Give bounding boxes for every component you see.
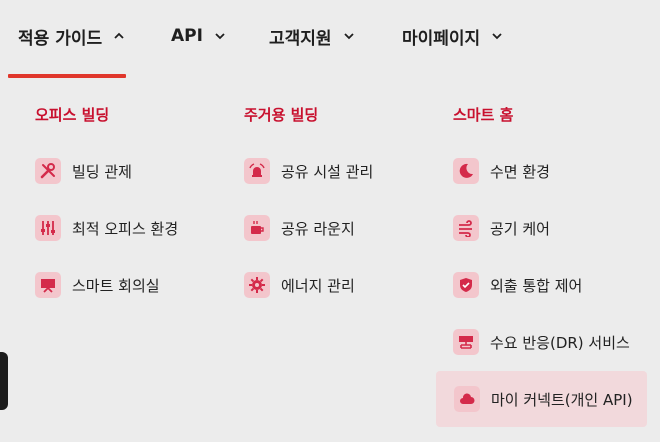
background-text-fragment xyxy=(0,352,8,410)
wind-icon xyxy=(453,215,479,241)
moon-icon xyxy=(453,158,479,184)
heading-office-building: 오피스 빌딩 xyxy=(35,106,110,124)
cloud-icon xyxy=(454,386,480,412)
shield-check-icon xyxy=(453,272,479,298)
menu-item-sleep-environment[interactable]: 수면 환경 xyxy=(453,151,550,191)
nav-mypage-label: 마이페이지 xyxy=(402,28,481,49)
menu-item-smart-meeting-room[interactable]: 스마트 회의실 xyxy=(35,265,160,305)
menu-item-optimal-office[interactable]: 최적 오피스 환경 xyxy=(35,208,178,248)
menu-item-label: 마이 커넥트(개인 API) xyxy=(491,390,633,409)
chevron-up-icon xyxy=(114,32,124,39)
menu-item-label: 스마트 회의실 xyxy=(72,276,160,295)
menu-item-energy-management[interactable]: 에너지 관리 xyxy=(244,265,355,305)
menu-item-air-care[interactable]: 공기 케어 xyxy=(453,208,550,248)
menu-item-label: 수면 환경 xyxy=(490,162,550,181)
nav-api[interactable]: API xyxy=(171,24,227,48)
chevron-down-icon xyxy=(343,33,354,40)
nav-guide[interactable]: 적용 가이드 xyxy=(18,24,126,49)
bell-icon xyxy=(244,158,270,184)
gear-icon xyxy=(244,272,270,298)
menu-item-label: 공유 시설 관리 xyxy=(281,162,374,181)
menu-item-building-control[interactable]: 빌딩 관제 xyxy=(35,151,132,191)
nav-api-label: API xyxy=(171,26,203,46)
nav-mypage[interactable]: 마이페이지 xyxy=(402,24,504,49)
heading-residential-building: 주거용 빌딩 xyxy=(244,106,319,124)
menu-item-shared-lounge[interactable]: 공유 라운지 xyxy=(244,208,355,248)
nav-support[interactable]: 고객지원 xyxy=(269,24,356,49)
menu-item-demand-response[interactable]: 수요 반응(DR) 서비스 xyxy=(453,322,630,362)
sliders-icon xyxy=(35,215,61,241)
menu-item-my-connect[interactable]: 마이 커넥트(개인 API) xyxy=(436,371,647,427)
nav-guide-label: 적용 가이드 xyxy=(18,28,103,49)
menu-item-label: 공유 라운지 xyxy=(281,219,355,238)
menu-item-label: 빌딩 관제 xyxy=(72,162,132,181)
menu-item-label: 에너지 관리 xyxy=(281,276,355,295)
menu-item-label: 최적 오피스 환경 xyxy=(72,219,179,238)
menu-item-label: 외출 통합 제어 xyxy=(490,276,583,295)
tools-icon xyxy=(35,158,61,184)
presentation-icon xyxy=(35,272,61,298)
menu-item-label: 공기 케어 xyxy=(490,219,550,238)
chevron-down-icon xyxy=(492,33,502,40)
top-navigation: 적용 가이드 API 고객지원 마이페이지 xyxy=(0,0,660,78)
network-icon xyxy=(453,329,479,355)
nav-support-label: 고객지원 xyxy=(269,28,332,49)
chevron-down-icon xyxy=(215,33,225,40)
heading-smart-home: 스마트 홈 xyxy=(453,106,514,124)
menu-item-shared-facility[interactable]: 공유 시설 관리 xyxy=(244,151,373,191)
menu-item-away-control[interactable]: 외출 통합 제어 xyxy=(453,265,582,305)
coffee-cup-icon xyxy=(244,215,270,241)
menu-item-label: 수요 반응(DR) 서비스 xyxy=(490,333,630,352)
